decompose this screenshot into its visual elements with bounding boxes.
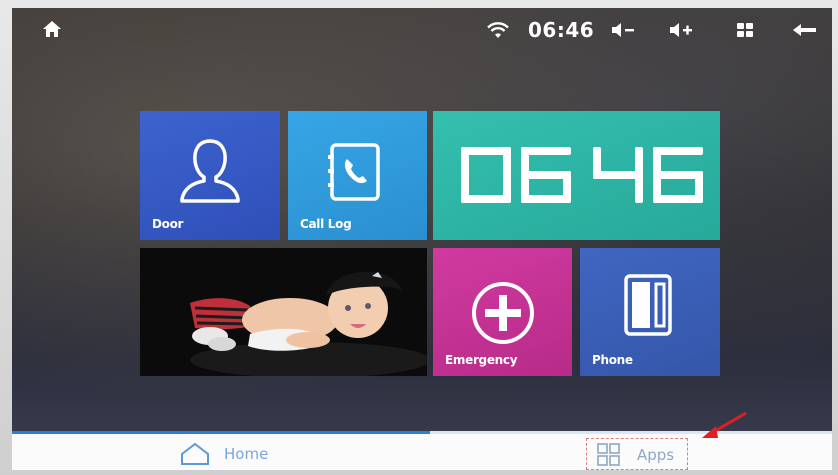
home-outline-icon — [181, 442, 209, 465]
plus-circle-icon — [472, 282, 534, 344]
clock-digit-segment — [563, 171, 571, 203]
emergency-tile[interactable]: Emergency — [433, 248, 572, 376]
door-label: Door — [152, 217, 184, 231]
call-log-label: Call Log — [300, 217, 352, 231]
screen: 06:46 Door Call Log Emergency Phone Home… — [12, 8, 832, 470]
apps-grid-icon — [597, 443, 620, 466]
phone-label: Phone — [592, 353, 633, 367]
person-icon — [180, 139, 240, 203]
tab-apps[interactable]: Apps — [586, 438, 688, 470]
status-time: 06:46 — [528, 18, 595, 42]
clock-digit-segment — [461, 147, 469, 179]
intercom-handset-icon — [624, 274, 672, 336]
emergency-label: Emergency — [445, 353, 518, 367]
apps-tab-label: Apps — [637, 446, 675, 464]
clock-tile — [433, 111, 720, 240]
grid-icon[interactable] — [736, 21, 754, 39]
wifi-icon — [487, 22, 509, 38]
phone-tile[interactable]: Phone — [580, 248, 720, 376]
clock-digits — [461, 147, 703, 203]
annotation-arrow-icon — [702, 411, 747, 438]
call-log-tile[interactable]: Call Log — [288, 111, 427, 240]
status-bar: 06:46 — [12, 8, 832, 52]
tab-indicator-track — [430, 431, 832, 434]
door-tile[interactable]: Door — [140, 111, 280, 240]
home-tab-label: Home — [224, 445, 269, 463]
tab-indicator — [12, 431, 430, 434]
volume-down-icon[interactable] — [610, 21, 636, 39]
phone-book-icon — [328, 143, 380, 201]
device-frame: 06:46 Door Call Log Emergency Phone Home… — [0, 0, 838, 475]
volume-up-icon[interactable] — [668, 21, 694, 39]
clock-digit-segment — [695, 171, 703, 203]
baby-photo — [140, 248, 427, 376]
clock-digit-segment — [635, 171, 643, 203]
home-icon[interactable] — [42, 20, 62, 38]
back-icon[interactable] — [792, 21, 818, 39]
photo-tile[interactable] — [140, 248, 427, 376]
